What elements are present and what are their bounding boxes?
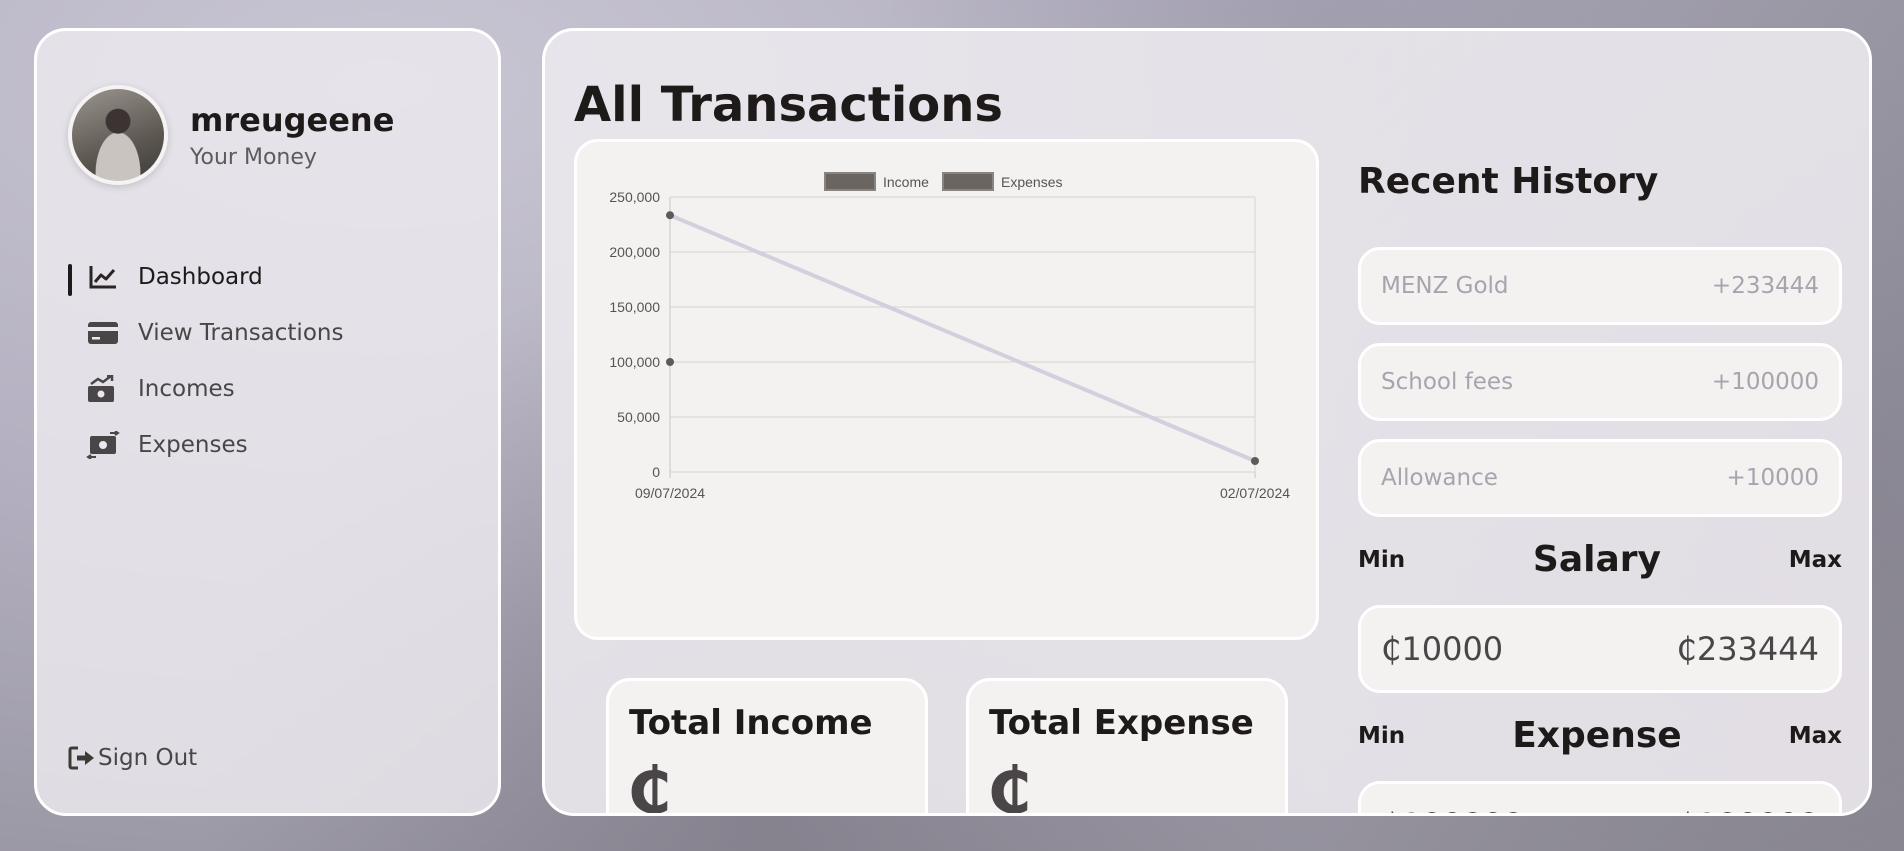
salary-title: Salary (1532, 539, 1661, 580)
history-item-amount: +10000 (1726, 465, 1819, 491)
y-tick-label: 250,000 (609, 189, 660, 205)
y-tick-label: 50,000 (617, 409, 660, 425)
sidebar-item-view-transactions[interactable]: View Transactions (68, 305, 468, 361)
expense-min-value: ₵100000 (1381, 806, 1524, 813)
sidebar-item-expenses[interactable]: Expenses (68, 417, 468, 473)
expense-title: Expense (1512, 715, 1682, 756)
sidebar-item-label: View Transactions (138, 320, 344, 346)
sidebar-item-label: Incomes (138, 376, 235, 402)
credit-card-icon (86, 319, 120, 347)
recent-history-title: Recent History (1358, 161, 1659, 202)
history-item: MENZ Gold +233444 (1358, 247, 1842, 325)
sidebar-item-label: Dashboard (138, 264, 263, 290)
transactions-chart: 250,000 200,000 150,000 100,000 50,000 0 09/07… (609, 172, 1290, 501)
salary-min-label: Min (1358, 546, 1406, 573)
legend-swatch (942, 172, 994, 191)
history-item: Allowance +10000 (1358, 439, 1842, 517)
history-item-name: MENZ Gold (1381, 273, 1509, 299)
total-income-title: Total Income (629, 703, 873, 743)
username: mreugeene (190, 100, 395, 139)
data-point-expenses (666, 358, 674, 366)
salary-range-box: ₵10000 ₵233444 (1358, 605, 1842, 693)
legend-label: Income (883, 174, 929, 190)
transactions-chart-card: 250,000 200,000 150,000 100,000 50,000 0 09/07… (574, 139, 1319, 640)
sign-out-label: Sign Out (98, 745, 198, 771)
money-bill-transfer-icon (86, 431, 120, 459)
salary-max-label: Max (1788, 546, 1842, 573)
history-item-name: Allowance (1381, 465, 1498, 491)
salary-min-value: ₵10000 (1381, 630, 1504, 668)
sidebar-item-dashboard[interactable]: Dashboard (68, 249, 468, 305)
expense-max-value: ₵100000 (1676, 806, 1819, 813)
chart-line-icon (86, 263, 120, 291)
total-expense-title: Total Expense (989, 703, 1254, 743)
profile: mreugeene Your Money (68, 85, 394, 185)
expense-range-box: ₵100000 ₵100000 (1358, 781, 1842, 813)
expense-range-header: Min Expense Max (1358, 715, 1842, 756)
total-income-card: Total Income ₵ (606, 678, 928, 816)
x-tick-label: 02/07/2024 (1220, 485, 1290, 501)
sidebar-item-incomes[interactable]: Incomes (68, 361, 468, 417)
sidebar-item-label: Expenses (138, 432, 248, 458)
sidebar-menu: Dashboard View Transactions Incomes Expe… (68, 249, 468, 473)
history-item-amount: +100000 (1711, 369, 1819, 395)
salary-max-value: ₵233444 (1676, 630, 1819, 668)
data-point-income (666, 211, 674, 220)
history-item-name: School fees (1381, 369, 1514, 395)
legend-label: Expenses (1001, 174, 1062, 190)
avatar (68, 85, 168, 185)
data-point-income (1251, 457, 1259, 465)
sidebar: mreugeene Your Money Dashboard View Tran… (34, 28, 501, 816)
sign-out-icon (68, 745, 98, 771)
y-tick-label: 200,000 (609, 244, 660, 260)
x-tick-label: 09/07/2024 (635, 485, 705, 501)
history-item: School fees +100000 (1358, 343, 1842, 421)
y-tick-label: 150,000 (609, 299, 660, 315)
total-income-value: ₵ (627, 755, 672, 816)
page-title: All Transactions (574, 77, 1003, 133)
main-panel: All Transactions 250,000 200,000 150,000 10… (542, 28, 1872, 816)
total-expense-card: Total Expense ₵ (966, 678, 1288, 816)
active-indicator (68, 264, 72, 296)
profile-subtitle: Your Money (190, 144, 317, 170)
legend-swatch (824, 172, 876, 191)
money-bill-trend-up-icon (86, 375, 120, 403)
expense-min-label: Min (1358, 722, 1406, 749)
history-item-amount: +233444 (1711, 273, 1819, 299)
total-expense-value: ₵ (987, 755, 1032, 816)
sign-out-button[interactable]: Sign Out (68, 745, 197, 771)
salary-range-header: Min Salary Max (1358, 539, 1842, 580)
y-tick-label: 0 (652, 464, 660, 480)
expense-max-label: Max (1788, 722, 1842, 749)
y-tick-label: 100,000 (609, 354, 660, 370)
